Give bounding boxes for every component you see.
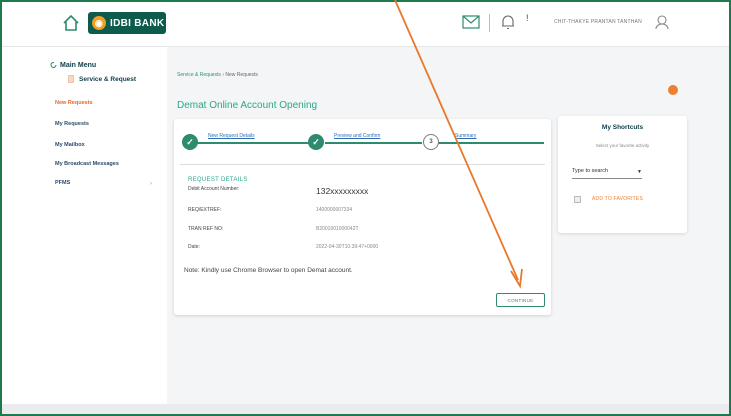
notification-marker-icon: !	[526, 13, 529, 23]
step-3-label: Summary	[455, 133, 477, 139]
step-connector	[325, 142, 422, 144]
req-extref-label: REQ/EXTREF:	[188, 207, 222, 213]
logo-emblem-icon: ◉	[92, 16, 106, 30]
progress-stepper: ✓ New Request Details ✓ Preview and Conf…	[174, 119, 551, 167]
step-connector	[196, 142, 309, 144]
request-card: ✓ New Request Details ✓ Preview and Conf…	[174, 119, 551, 315]
date-label: Date:	[188, 244, 200, 250]
sidebar-item-broadcast-messages[interactable]: My Broadcast Messages	[55, 161, 119, 167]
continue-button[interactable]: CONTINUE	[496, 293, 545, 307]
step-2-check-icon: ✓	[308, 134, 324, 150]
service-request-title[interactable]: Service & Request	[79, 76, 136, 83]
shortcut-search-select[interactable]: Type to search ▼	[572, 168, 642, 179]
sidebar-item-my-mailbox[interactable]: My Mailbox	[55, 142, 85, 148]
breadcrumb-separator: ›	[222, 72, 224, 78]
service-request-icon	[68, 75, 74, 83]
request-details-heading: REQUEST DETAILS	[188, 177, 248, 183]
bank-logo[interactable]: ◉ IDBI BANK	[88, 12, 166, 34]
divider	[180, 164, 545, 165]
top-header: ◉ IDBI BANK ! CHIT-THAKYE PRANTAN TANTHA…	[2, 2, 729, 47]
header-divider	[489, 14, 490, 32]
chevron-right-icon[interactable]: ›	[150, 181, 152, 187]
breadcrumb: Service & Requests › New Requests	[177, 72, 258, 78]
page-title: Demat Online Account Opening	[177, 100, 318, 111]
favorite-checkbox[interactable]	[574, 196, 581, 203]
breadcrumb-new-requests: New Requests	[225, 72, 258, 78]
tran-ref-value: B2001001000042T	[316, 226, 359, 232]
home-icon[interactable]	[62, 14, 80, 32]
sidebar-item-new-requests[interactable]: New Requests	[55, 100, 93, 106]
main-menu-icon	[50, 61, 57, 68]
caret-down-icon: ▼	[637, 169, 642, 175]
step-1-label[interactable]: New Request Details	[208, 133, 255, 139]
bell-icon[interactable]	[500, 13, 516, 31]
debit-account-label: Debit Account Number:	[188, 186, 240, 192]
chrome-note: Note: Kindly use Chrome Browser to open …	[184, 267, 353, 274]
breadcrumb-service-requests[interactable]: Service & Requests	[177, 72, 221, 78]
shortcut-search-placeholder: Type to search	[572, 168, 609, 174]
user-name: CHIT-THAKYE PRANTAN TANTHAN	[554, 19, 642, 25]
add-to-favorites-link[interactable]: ADD TO FAVORITES	[592, 196, 643, 202]
sidebar-item-my-requests[interactable]: My Requests	[55, 121, 89, 127]
step-3-number: 3	[423, 134, 439, 150]
step-2-label[interactable]: Preview and Confirm	[334, 133, 380, 139]
app-frame: ◉ IDBI BANK ! CHIT-THAKYE PRANTAN TANTHA…	[0, 0, 731, 416]
mail-icon[interactable]	[462, 15, 480, 29]
tran-ref-label: TRAN REF NO:	[188, 226, 224, 232]
user-profile-icon[interactable]	[654, 14, 670, 30]
date-value: 2022-04-30T10:39:47+0000	[316, 244, 379, 250]
step-connector	[438, 142, 544, 144]
sidebar: Main Menu Service & Request New Requests…	[2, 47, 167, 414]
debit-account-value: 132xxxxxxxxx	[316, 186, 369, 196]
step-1-check-icon: ✓	[182, 134, 198, 150]
shortcuts-subtitle: Select your favorite activity	[595, 143, 650, 148]
shortcuts-title: My Shortcuts	[601, 124, 644, 131]
main-menu-title[interactable]: Main Menu	[60, 62, 96, 69]
shortcuts-panel: My Shortcuts Select your favorite activi…	[558, 116, 687, 233]
help-icon[interactable]	[668, 85, 678, 95]
req-extref-value: 1400000007334	[316, 207, 353, 213]
bottom-bar	[2, 404, 729, 414]
sidebar-item-pfms[interactable]: PFMS	[55, 180, 70, 186]
logo-text: IDBI BANK	[110, 17, 165, 29]
